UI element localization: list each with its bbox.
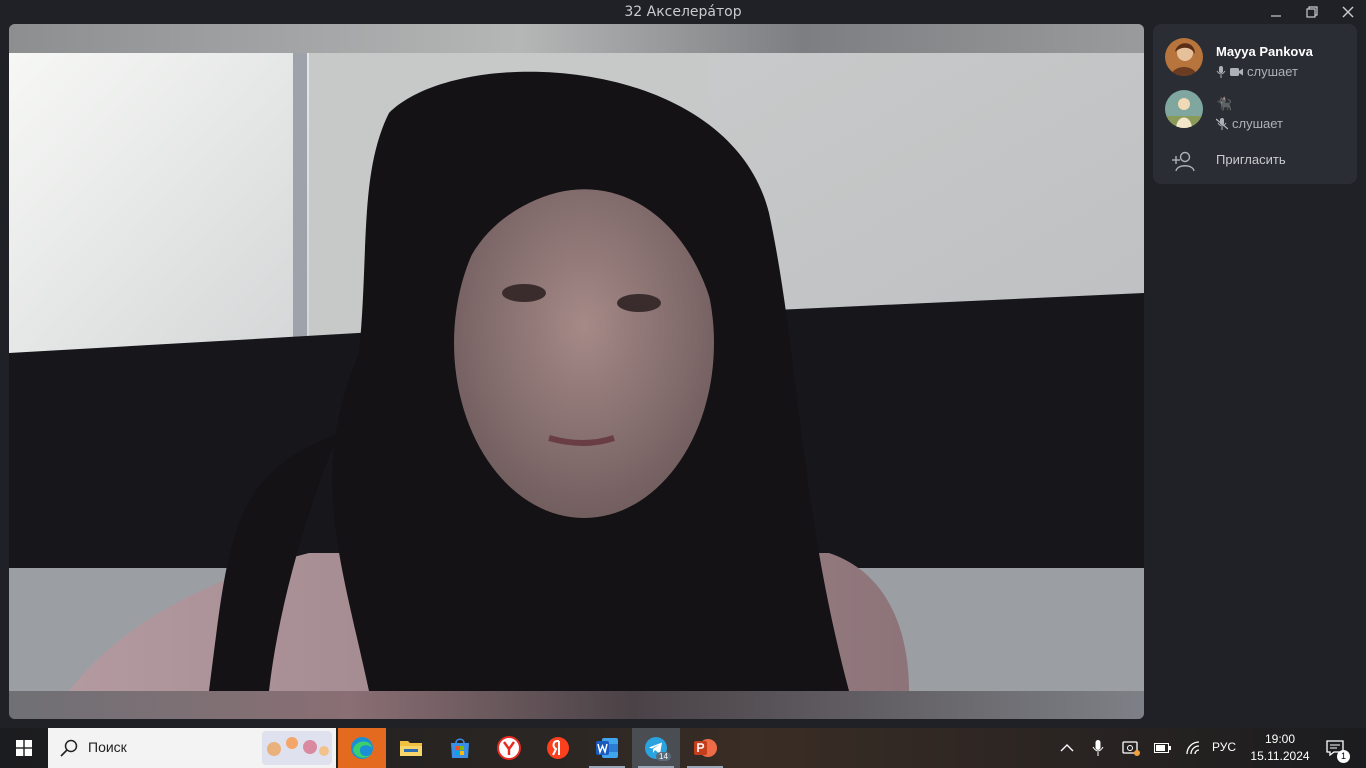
powerpoint-icon xyxy=(694,739,717,757)
word-icon xyxy=(596,738,618,758)
windows-logo-icon xyxy=(16,740,32,756)
app-window: 32 Акселерáтор xyxy=(0,0,1366,728)
clock-time: 19:00 xyxy=(1264,732,1296,746)
windows-taskbar: Поиск 14 РУС 19:00 15.11.2024 1 xyxy=(0,728,1366,768)
participant-name: 🐈‍⬛ xyxy=(1216,96,1233,111)
mic-icon xyxy=(1216,65,1226,78)
video-bottom-strip xyxy=(9,691,1144,719)
avatar xyxy=(1165,38,1203,76)
edge-icon xyxy=(351,737,373,759)
minimize-button[interactable] xyxy=(1258,0,1294,24)
mic-muted-icon xyxy=(1216,117,1228,130)
close-button[interactable] xyxy=(1330,0,1366,24)
notification-count: 1 xyxy=(1337,750,1350,763)
telegram-badge: 14 xyxy=(656,752,671,761)
invite-label: Пригласить xyxy=(1216,152,1286,167)
window-title: 32 Акселерáтор xyxy=(624,4,742,20)
participants-panel: Mayya Pankova слушает 🐈‍⬛ слушает Пригла… xyxy=(1153,24,1357,184)
search-icon xyxy=(60,739,78,757)
title-bar: 32 Акселерáтор xyxy=(0,0,1366,24)
minimize-icon xyxy=(1271,15,1281,17)
yandex-icon xyxy=(547,737,569,759)
taskbar-app-yandex[interactable] xyxy=(534,728,582,768)
clock[interactable]: 19:00 15.11.2024 xyxy=(1244,731,1316,765)
wifi-icon xyxy=(1186,741,1200,755)
video-feed-image xyxy=(9,53,1144,691)
participant-row[interactable]: 🐈‍⬛ слушает xyxy=(1153,82,1357,132)
search-highlight-image xyxy=(262,731,332,765)
battery-tray-button[interactable] xyxy=(1152,728,1174,768)
language-indicator[interactable]: РУС xyxy=(1212,740,1236,754)
taskbar-app-store[interactable] xyxy=(436,728,484,768)
participant-video[interactable] xyxy=(9,53,1144,691)
add-user-icon xyxy=(1172,151,1195,172)
participant-status: слушает xyxy=(1216,64,1298,79)
taskbar-app-telegram[interactable]: 14 xyxy=(632,728,680,768)
participant-name: Mayya Pankova xyxy=(1216,44,1313,59)
video-call-area[interactable] xyxy=(9,24,1144,719)
file-explorer-icon xyxy=(400,741,422,756)
taskbar-app-explorer[interactable] xyxy=(387,728,435,768)
notifications-button[interactable]: 1 xyxy=(1320,728,1350,768)
participant-status: слушает xyxy=(1216,116,1283,131)
battery-icon xyxy=(1154,743,1171,753)
taskbar-app-edge[interactable] xyxy=(338,728,386,768)
network-tray-button[interactable] xyxy=(1184,728,1206,768)
avatar xyxy=(1165,90,1203,128)
camera-icon xyxy=(1230,67,1243,76)
search-placeholder: Поиск xyxy=(88,739,127,755)
restore-button[interactable] xyxy=(1294,0,1330,24)
device-tray-button[interactable] xyxy=(1120,728,1142,768)
taskbar-app-word[interactable] xyxy=(583,728,631,768)
device-warning-icon xyxy=(1122,741,1140,756)
participant-row[interactable]: Mayya Pankova слушает xyxy=(1153,30,1357,80)
microphone-tray-button[interactable] xyxy=(1088,728,1108,768)
taskbar-app-yandex-browser[interactable] xyxy=(485,728,533,768)
close-icon xyxy=(1342,6,1354,18)
chevron-up-icon xyxy=(1060,744,1074,752)
participant-status-text: слушает xyxy=(1232,116,1283,131)
taskbar-search[interactable]: Поиск xyxy=(48,728,336,768)
store-icon xyxy=(451,738,469,758)
invite-button[interactable]: Пригласить xyxy=(1153,148,1357,174)
start-button[interactable] xyxy=(0,728,48,768)
clock-date: 15.11.2024 xyxy=(1250,749,1310,763)
show-hidden-icons-button[interactable] xyxy=(1056,728,1078,768)
restore-icon xyxy=(1306,6,1318,18)
video-top-strip xyxy=(9,24,1144,53)
yandex-browser-icon xyxy=(497,736,521,760)
participant-status-text: слушает xyxy=(1247,64,1298,79)
taskbar-app-powerpoint[interactable] xyxy=(681,728,729,768)
microphone-icon xyxy=(1092,740,1104,756)
